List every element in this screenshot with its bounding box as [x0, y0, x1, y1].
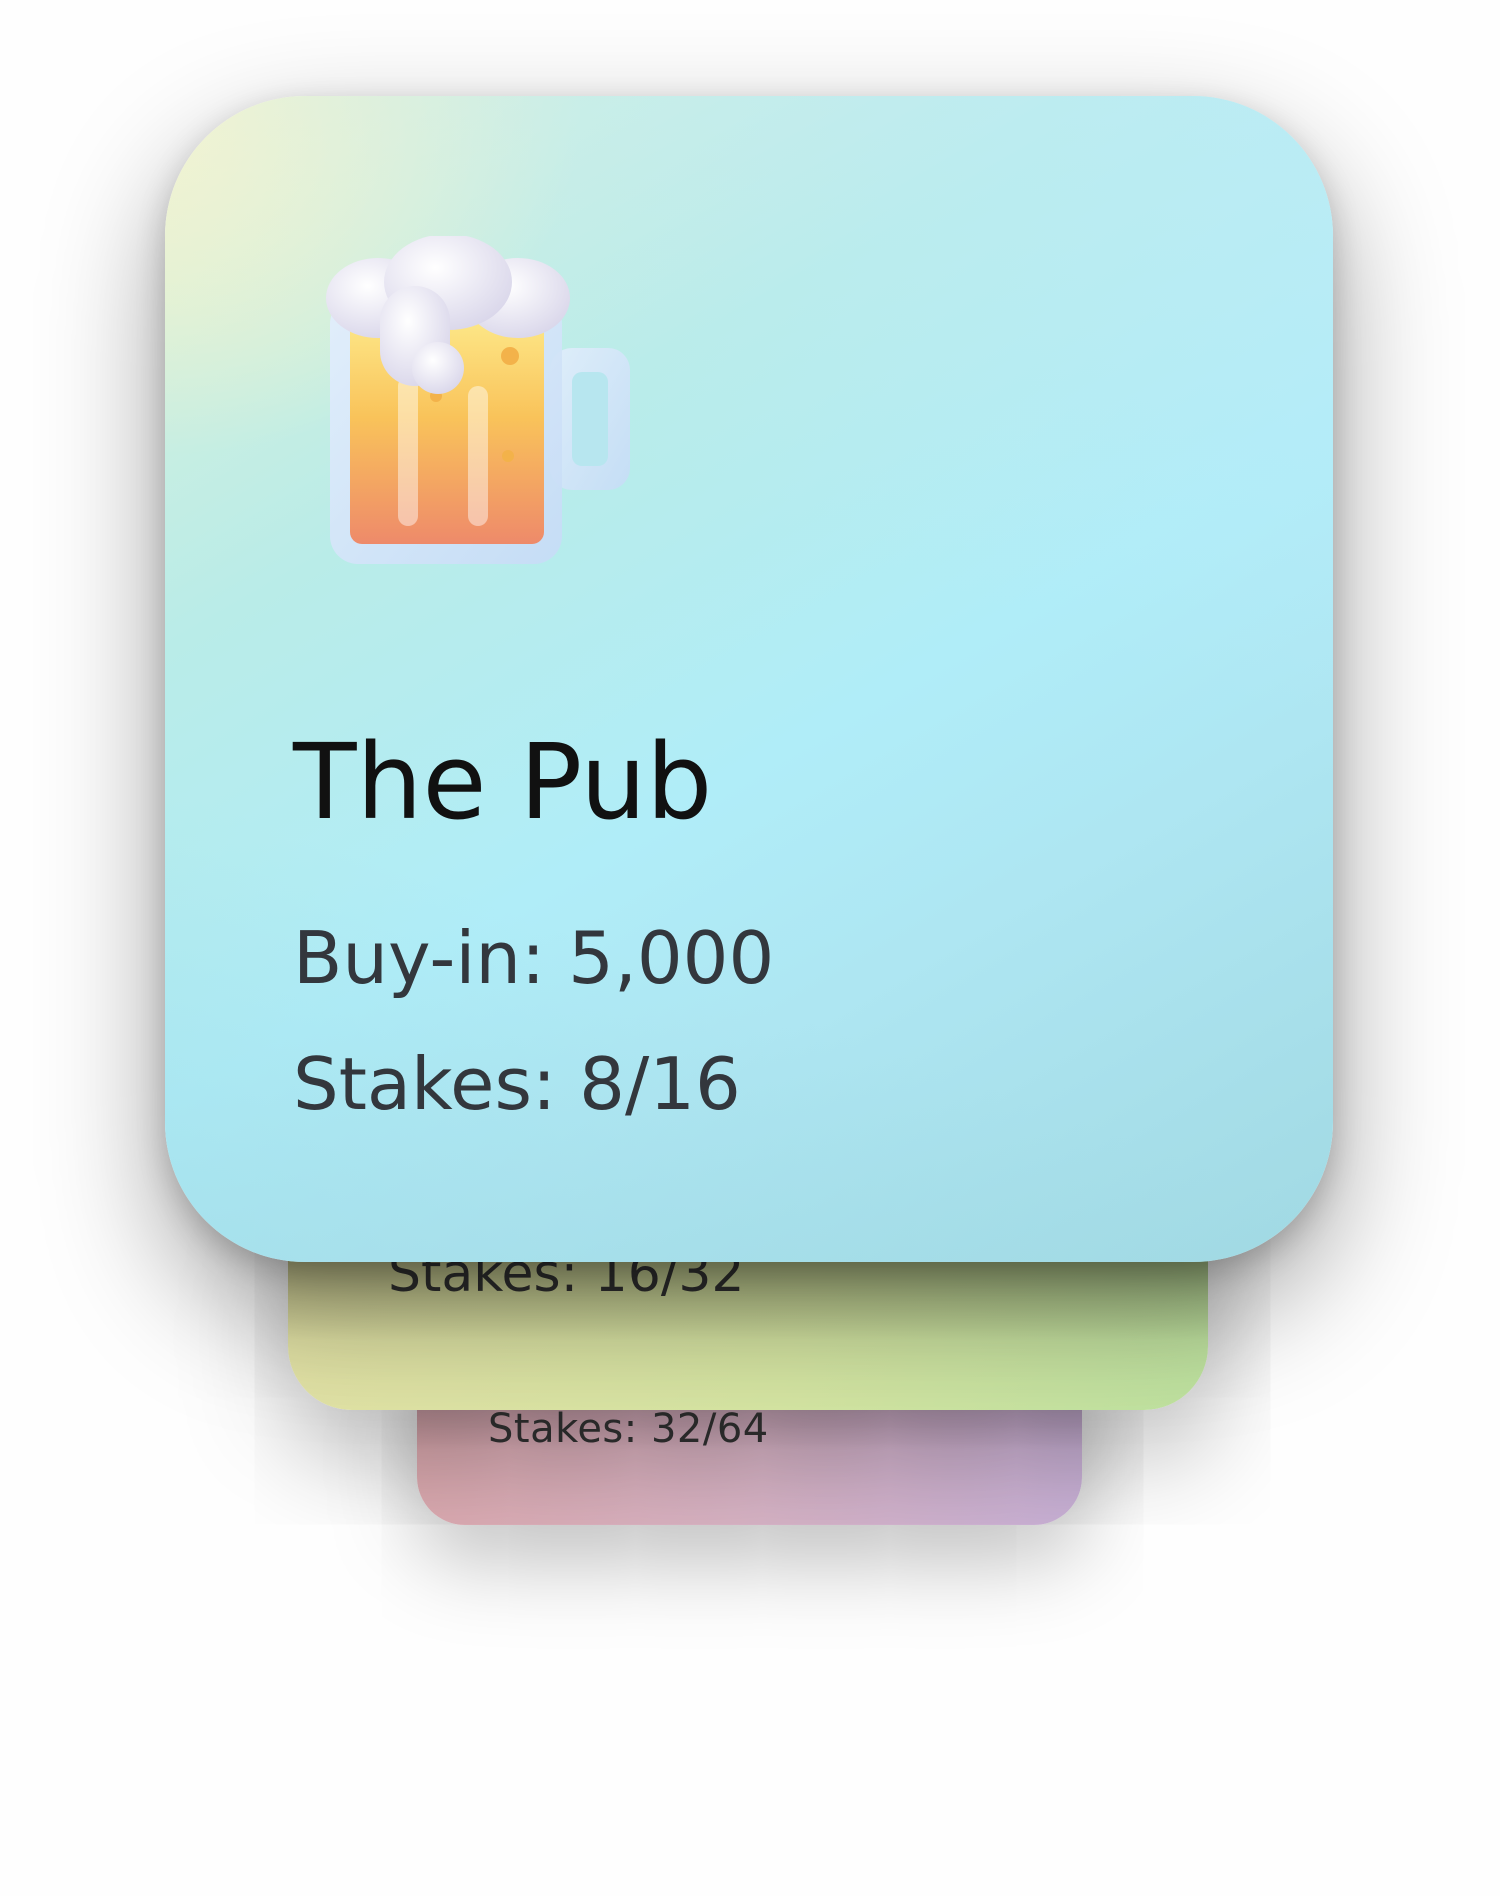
- beer-mug-icon: [326, 236, 630, 564]
- card-buy-in-label: Buy-in: 5,000: [293, 916, 775, 1000]
- table-card-1[interactable]: The Pub Buy-in: 5,000 Stakes: 8/16: [165, 96, 1333, 1262]
- card-title: The Pub: [293, 721, 713, 843]
- card-stakes-label: Stakes: 8/16: [293, 1042, 741, 1126]
- card-stakes-label: Stakes: 32/64: [488, 1406, 769, 1452]
- card-stack: Stakes: 32/64 Stakes: 16/32 The Pub Buy-…: [0, 0, 1500, 1896]
